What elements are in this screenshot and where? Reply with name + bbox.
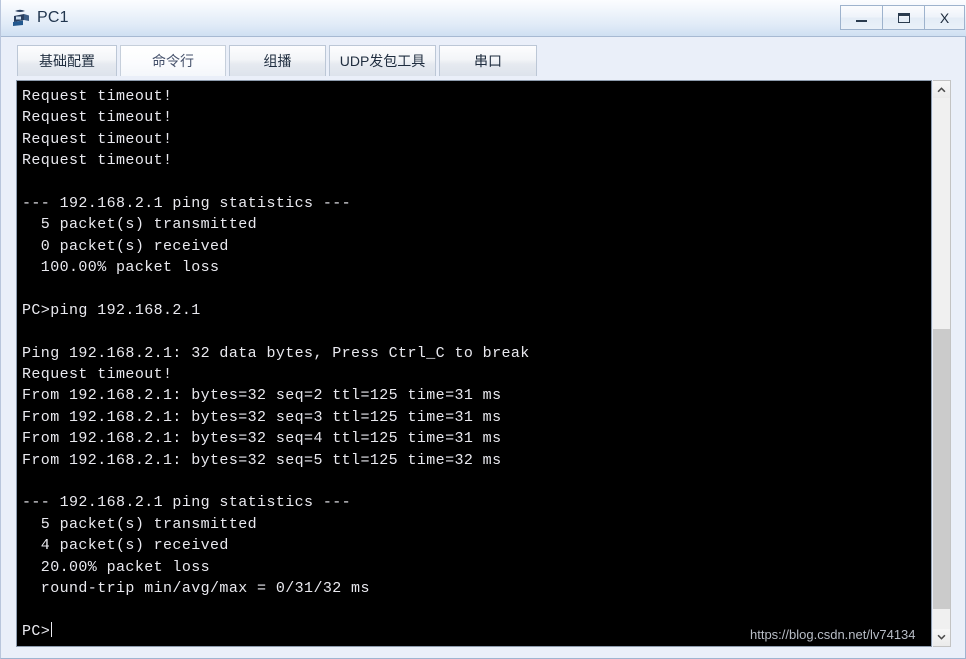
text-cursor (51, 621, 53, 637)
terminal-line: 100.00% packet loss (22, 259, 220, 277)
terminal-line: --- 192.168.2.1 ping statistics --- (22, 494, 352, 512)
scrollbar-thumb[interactable] (933, 329, 950, 609)
tab-serial-port[interactable]: 串口 (439, 45, 537, 76)
chevron-up-icon (937, 87, 946, 93)
tab-strip: 基础配置 命令行 组播 UDP发包工具 串口 (1, 37, 966, 81)
terminal-line: Request timeout! (22, 88, 173, 105)
scroll-down-button[interactable] (933, 629, 950, 646)
minimize-button[interactable] (840, 5, 882, 30)
terminal-line: From 192.168.2.1: bytes=32 seq=5 ttl=125… (22, 451, 502, 469)
terminal-line: 20.00% packet loss (22, 558, 211, 576)
close-button[interactable]: X (924, 5, 965, 30)
tab-label: 基础配置 (39, 53, 95, 69)
maximize-icon (897, 12, 910, 23)
terminal-line: PC>ping 192.168.2.1 (22, 301, 201, 319)
tab-command-line[interactable]: 命令行 (120, 45, 226, 76)
terminal-scrollbar[interactable] (933, 80, 951, 647)
tab-label: 命令行 (152, 53, 194, 69)
terminal-line: From 192.168.2.1: bytes=32 seq=4 ttl=125… (22, 430, 502, 448)
tab-label: 串口 (474, 53, 502, 69)
terminal-line: 4 packet(s) received (22, 537, 229, 555)
maximize-button[interactable] (882, 5, 924, 30)
terminal-line: 5 packet(s) transmitted (22, 515, 258, 533)
terminal-line: --- 192.168.2.1 ping statistics --- (22, 194, 352, 212)
terminal-output[interactable]: Request timeout! Request timeout! Request … (17, 81, 931, 646)
tab-multicast[interactable]: 组播 (229, 45, 326, 76)
window-title: PC1 (37, 9, 69, 26)
terminal-line: round-trip min/avg/max = 0/31/32 ms (22, 579, 370, 597)
pc-device-icon (11, 7, 33, 29)
terminal-line: Request timeout! (22, 109, 173, 127)
terminal-line: 5 packet(s) transmitted (22, 216, 258, 234)
scroll-up-button[interactable] (933, 81, 950, 98)
terminal-line: Ping 192.168.2.1: 32 data bytes, Press C… (22, 344, 530, 362)
terminal-line: Request timeout! (22, 130, 173, 148)
terminal-panel[interactable]: Request timeout! Request timeout! Request … (16, 80, 932, 647)
terminal-line: From 192.168.2.1: bytes=32 seq=2 ttl=125… (22, 387, 502, 405)
chevron-down-icon (937, 634, 946, 640)
pc1-window: PC1 X 基础配置 命令行 组播 UDP发包工具 串口 Request tim… (0, 0, 966, 659)
window-titlebar: PC1 X (1, 0, 966, 37)
minimize-icon (856, 20, 867, 22)
tab-label: UDP发包工具 (339, 53, 426, 69)
close-icon: X (939, 9, 950, 26)
terminal-line: Request timeout! (22, 152, 173, 170)
terminal-prompt[interactable]: PC> (22, 621, 931, 642)
tab-udp-tool[interactable]: UDP发包工具 (329, 45, 436, 76)
tab-basic-config[interactable]: 基础配置 (17, 45, 117, 76)
terminal-line: Request timeout! (22, 366, 173, 384)
terminal-line: 0 packet(s) received (22, 237, 229, 255)
tab-label: 组播 (263, 53, 292, 69)
terminal-line: From 192.168.2.1: bytes=32 seq=3 ttl=125… (22, 408, 502, 426)
